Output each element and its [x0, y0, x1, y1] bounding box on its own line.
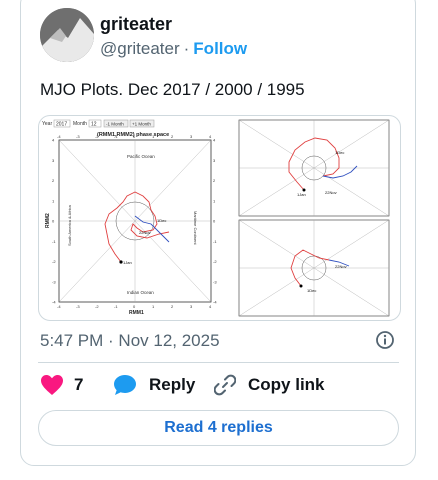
like-button[interactable]: 7: [40, 374, 83, 396]
x-tick-label: -3: [76, 134, 80, 139]
author-handle[interactable]: @griteater: [100, 39, 180, 58]
month-label: Month: [73, 121, 87, 127]
x-tick-label: -4: [57, 134, 61, 139]
y-tick-label: 3: [52, 158, 55, 163]
y-tick-label: 2: [52, 178, 55, 183]
reply-label: Reply: [149, 375, 196, 394]
x-tick-label: 1: [152, 304, 155, 309]
year-label: Year: [42, 121, 52, 127]
rt-marker-a: 1Dec: [335, 150, 344, 155]
info-icon[interactable]: [375, 330, 395, 350]
x-tick-label: 3: [190, 304, 193, 309]
prev-month-label: -1 Month: [106, 122, 124, 127]
y-tick-label: -2: [52, 259, 56, 264]
x-tick-label: 2: [171, 304, 174, 309]
y-tick-label: -3: [213, 279, 217, 284]
y-tick-label: 0: [213, 219, 216, 224]
maritime-label: Maritime Continent: [193, 211, 198, 245]
rb-marker-b: 1Dec: [307, 288, 316, 293]
author-name[interactable]: griteater: [100, 14, 172, 35]
divider: [38, 362, 399, 363]
copy-link-button[interactable]: Copy link: [214, 374, 325, 396]
y-tick-label: 0: [52, 219, 55, 224]
west-label: South America & Africa: [67, 204, 72, 246]
y-tick-label: 4: [52, 138, 55, 143]
follow-button[interactable]: Follow: [193, 39, 247, 58]
y-tick-label: -3: [52, 279, 56, 284]
reply-button[interactable]: Reply: [113, 374, 195, 396]
y-tick-label: -2: [213, 259, 217, 264]
left-mjo-plot: (RMM1,RMM2) phase space Pacific Ocean In…: [45, 132, 212, 316]
heart-icon: [41, 375, 63, 395]
rb-marker-a: 22Nov: [335, 264, 347, 269]
copy-link-label: Copy link: [248, 375, 325, 394]
y-tick-label: 3: [213, 158, 216, 163]
avatar[interactable]: [40, 8, 94, 62]
y-tick-label: 2: [213, 178, 216, 183]
rt-marker-c: 1Jan: [297, 192, 306, 197]
marker-start: 1Jan: [123, 260, 132, 265]
x-tick-label: -4: [57, 304, 61, 309]
marker-dec: 1Dec: [157, 218, 166, 223]
y-tick-label: -1: [52, 239, 56, 244]
separator-dot: ·: [183, 39, 190, 58]
tweet-media[interactable]: Year 2017 Month 12 -1 Month +1 Month (RM…: [38, 115, 401, 321]
yaxis-label: RMM2: [45, 213, 51, 228]
x-tick-label: 2: [171, 134, 174, 139]
link-icon: [214, 374, 236, 396]
tweet-timestamp[interactable]: 5:47 PM · Nov 12, 2025: [40, 331, 220, 351]
right-bottom-mjo-plot: 22Nov 1Dec: [238, 219, 390, 317]
month-value: 12: [91, 122, 97, 128]
y-tick-label: -1: [213, 239, 217, 244]
indian-label: Indian Ocean: [127, 290, 154, 295]
y-tick-label: -4: [213, 300, 217, 305]
x-tick-label: 0: [133, 304, 136, 309]
y-tick-label: -4: [52, 300, 56, 305]
author-handle-row: @griteater · Follow: [100, 39, 247, 59]
x-tick-label: -1: [114, 304, 118, 309]
x-tick-label: 4: [209, 134, 212, 139]
xaxis-label: RMM1: [129, 310, 144, 316]
y-tick-label: 1: [213, 198, 216, 203]
pacific-label: Pacific Ocean: [127, 154, 155, 159]
marker-nov: 22Nov: [139, 230, 151, 235]
next-month-label: +1 Month: [132, 122, 151, 127]
x-tick-label: 4: [209, 304, 212, 309]
year-value: 2017: [56, 122, 67, 128]
like-count: 7: [74, 375, 84, 394]
x-tick-label: 3: [190, 134, 193, 139]
tweet-text: MJO Plots. Dec 2017 / 2000 / 1995: [40, 80, 305, 99]
x-tick-label: -3: [76, 304, 80, 309]
y-tick-label: 4: [213, 138, 216, 143]
reply-bubble-icon: [114, 375, 136, 395]
right-top-mjo-plot: 1Dec 22Nov 1Jan: [238, 119, 390, 217]
read-replies-button[interactable]: Read 4 replies: [38, 410, 399, 446]
y-tick-label: 1: [52, 198, 55, 203]
rt-marker-b: 22Nov: [325, 190, 337, 195]
x-tick-label: -2: [95, 304, 99, 309]
